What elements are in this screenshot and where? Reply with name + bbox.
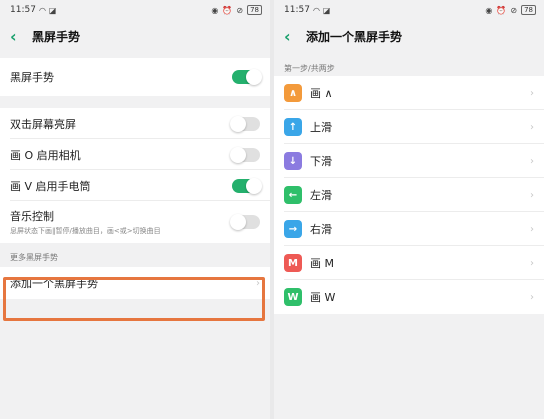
- draw-v-flashlight-row[interactable]: 画 V 启用手电筒: [0, 170, 270, 201]
- header: ‹ 黑屏手势: [0, 20, 270, 52]
- gesture-option-content: → 右滑: [284, 220, 332, 238]
- gesture-option[interactable]: ↓ 下滑 ›: [274, 144, 544, 178]
- page-title: 添加一个黑屏手势: [306, 29, 403, 44]
- row-label: 画 O 启用相机: [10, 148, 81, 162]
- gesture-toggle-list: 双击屏幕亮屏 画 O 启用相机 画 V 启用手电筒 音乐控制 息屏状态下画‖暂停…: [0, 108, 270, 243]
- alarm-icon: ⏰: [222, 5, 233, 15]
- gesture-option-content: M画 M: [284, 254, 334, 272]
- chevron-right-icon: ›: [530, 291, 534, 303]
- gesture-option[interactable]: ↑ 上滑 ›: [274, 110, 544, 144]
- alarm-icon: ⏰: [496, 5, 507, 15]
- gesture-label: 画 ∧: [310, 87, 333, 100]
- add-gesture-row[interactable]: 添加一个黑屏手势 ›: [0, 267, 270, 299]
- gesture-option-content: ∧ 画 ∧: [284, 84, 333, 102]
- draw-o-camera-row[interactable]: 画 O 启用相机: [0, 139, 270, 170]
- header: ‹ 添加一个黑屏手势: [274, 20, 544, 52]
- gesture-icon: ↓: [284, 152, 302, 170]
- mute-icon: ⊘: [236, 5, 244, 15]
- status-time: 11:57: [284, 5, 310, 15]
- chevron-right-icon: ›: [530, 155, 534, 167]
- draw-v-flashlight-toggle[interactable]: [232, 177, 262, 194]
- music-control-toggle[interactable]: [230, 214, 260, 230]
- row-label: 黑屏手势: [10, 71, 54, 84]
- chevron-right-icon: ›: [530, 257, 534, 269]
- gesture-option[interactable]: M 画 M ›: [274, 246, 544, 280]
- gesture-option-content: W画 W: [284, 288, 335, 306]
- section-label: 更多黑屏手势: [10, 252, 58, 262]
- location-icon: ◉: [485, 5, 493, 15]
- gesture-icon: M: [284, 254, 302, 272]
- chevron-right-icon: ›: [530, 121, 534, 133]
- gesture-label: 画 W: [310, 291, 336, 304]
- status-time: 11:57: [10, 5, 36, 15]
- wifi-icon: ◠: [38, 5, 46, 15]
- black-screen-gesture-toggle[interactable]: [232, 69, 262, 85]
- gesture-option[interactable]: ← 左滑 ›: [274, 178, 544, 212]
- signal-icon: ◪: [322, 5, 331, 15]
- status-bar: 11:57 ◠ ◪ ◉ ⏰ ⊘ 78: [0, 0, 270, 20]
- signal-icon: ◪: [48, 5, 57, 15]
- music-control-row[interactable]: 音乐控制 息屏状态下画‖暂停/播放曲目，画<或>切换曲目: [0, 201, 270, 243]
- status-bar: 11:57 ◠ ◪ ◉ ⏰ ⊘ 78: [274, 0, 544, 20]
- gesture-option[interactable]: ∧ 画 ∧ ›: [274, 76, 544, 110]
- gesture-label: 画 M: [310, 257, 334, 270]
- gesture-label: 下滑: [310, 155, 332, 168]
- chevron-right-icon: ›: [530, 87, 534, 99]
- gesture-option-content: ← 左滑: [284, 186, 332, 204]
- gesture-icon: ↑: [284, 118, 302, 136]
- double-tap-wake-toggle[interactable]: [230, 115, 260, 132]
- gesture-icon: ∧: [284, 84, 302, 102]
- row-label: 添加一个黑屏手势: [10, 277, 98, 290]
- gesture-icon: →: [284, 220, 302, 238]
- location-icon: ◉: [211, 5, 219, 15]
- chevron-right-icon: ›: [530, 223, 534, 235]
- draw-o-camera-toggle[interactable]: [230, 146, 260, 163]
- chevron-right-icon: ›: [530, 189, 534, 201]
- gesture-list: ∧ 画 ∧ › ↑ 上滑 › ↓ 下滑 › ← 左滑 › → 右滑 › M 画 M › W 画 W ›: [274, 76, 544, 314]
- step-label: 第一步/共两步: [284, 63, 335, 73]
- gesture-option-content: ↓ 下滑: [284, 152, 332, 170]
- row-label: 双击屏幕亮屏: [10, 117, 76, 131]
- chevron-right-icon: ›: [256, 277, 260, 289]
- right-screen: 11:57 ◠ ◪ ◉ ⏰ ⊘ 78 ‹ 添加一个黑屏手势 第一步/共两步 ∧ 画…: [274, 0, 544, 419]
- gesture-icon: ←: [284, 186, 302, 204]
- page-title: 黑屏手势: [32, 29, 81, 44]
- row-label: 音乐控制: [10, 210, 54, 223]
- back-icon[interactable]: ‹: [284, 27, 296, 46]
- wifi-icon: ◠: [312, 5, 320, 15]
- row-label: 画 V 启用手电筒: [10, 179, 91, 193]
- battery-icon: 78: [521, 5, 536, 15]
- back-icon[interactable]: ‹: [10, 27, 22, 46]
- black-screen-gesture-row[interactable]: 黑屏手势: [0, 58, 270, 96]
- left-screen: 11:57 ◠ ◪ ◉ ⏰ ⊘ 78 ‹ 黑屏手势 黑屏手势 双击屏幕亮屏 画 …: [0, 0, 270, 419]
- gesture-icon: W: [284, 288, 302, 306]
- gesture-option-content: ↑ 上滑: [284, 118, 332, 136]
- gesture-option[interactable]: → 右滑 ›: [274, 212, 544, 246]
- battery-icon: 78: [247, 5, 262, 15]
- gesture-option[interactable]: W 画 W ›: [274, 280, 544, 314]
- double-tap-wake-row[interactable]: 双击屏幕亮屏: [0, 108, 270, 139]
- mute-icon: ⊘: [510, 5, 518, 15]
- gesture-label: 左滑: [310, 189, 332, 202]
- gesture-label: 上滑: [310, 121, 332, 134]
- row-sublabel: 息屏状态下画‖暂停/播放曲目，画<或>切换曲目: [10, 227, 161, 235]
- gesture-label: 右滑: [310, 223, 332, 236]
